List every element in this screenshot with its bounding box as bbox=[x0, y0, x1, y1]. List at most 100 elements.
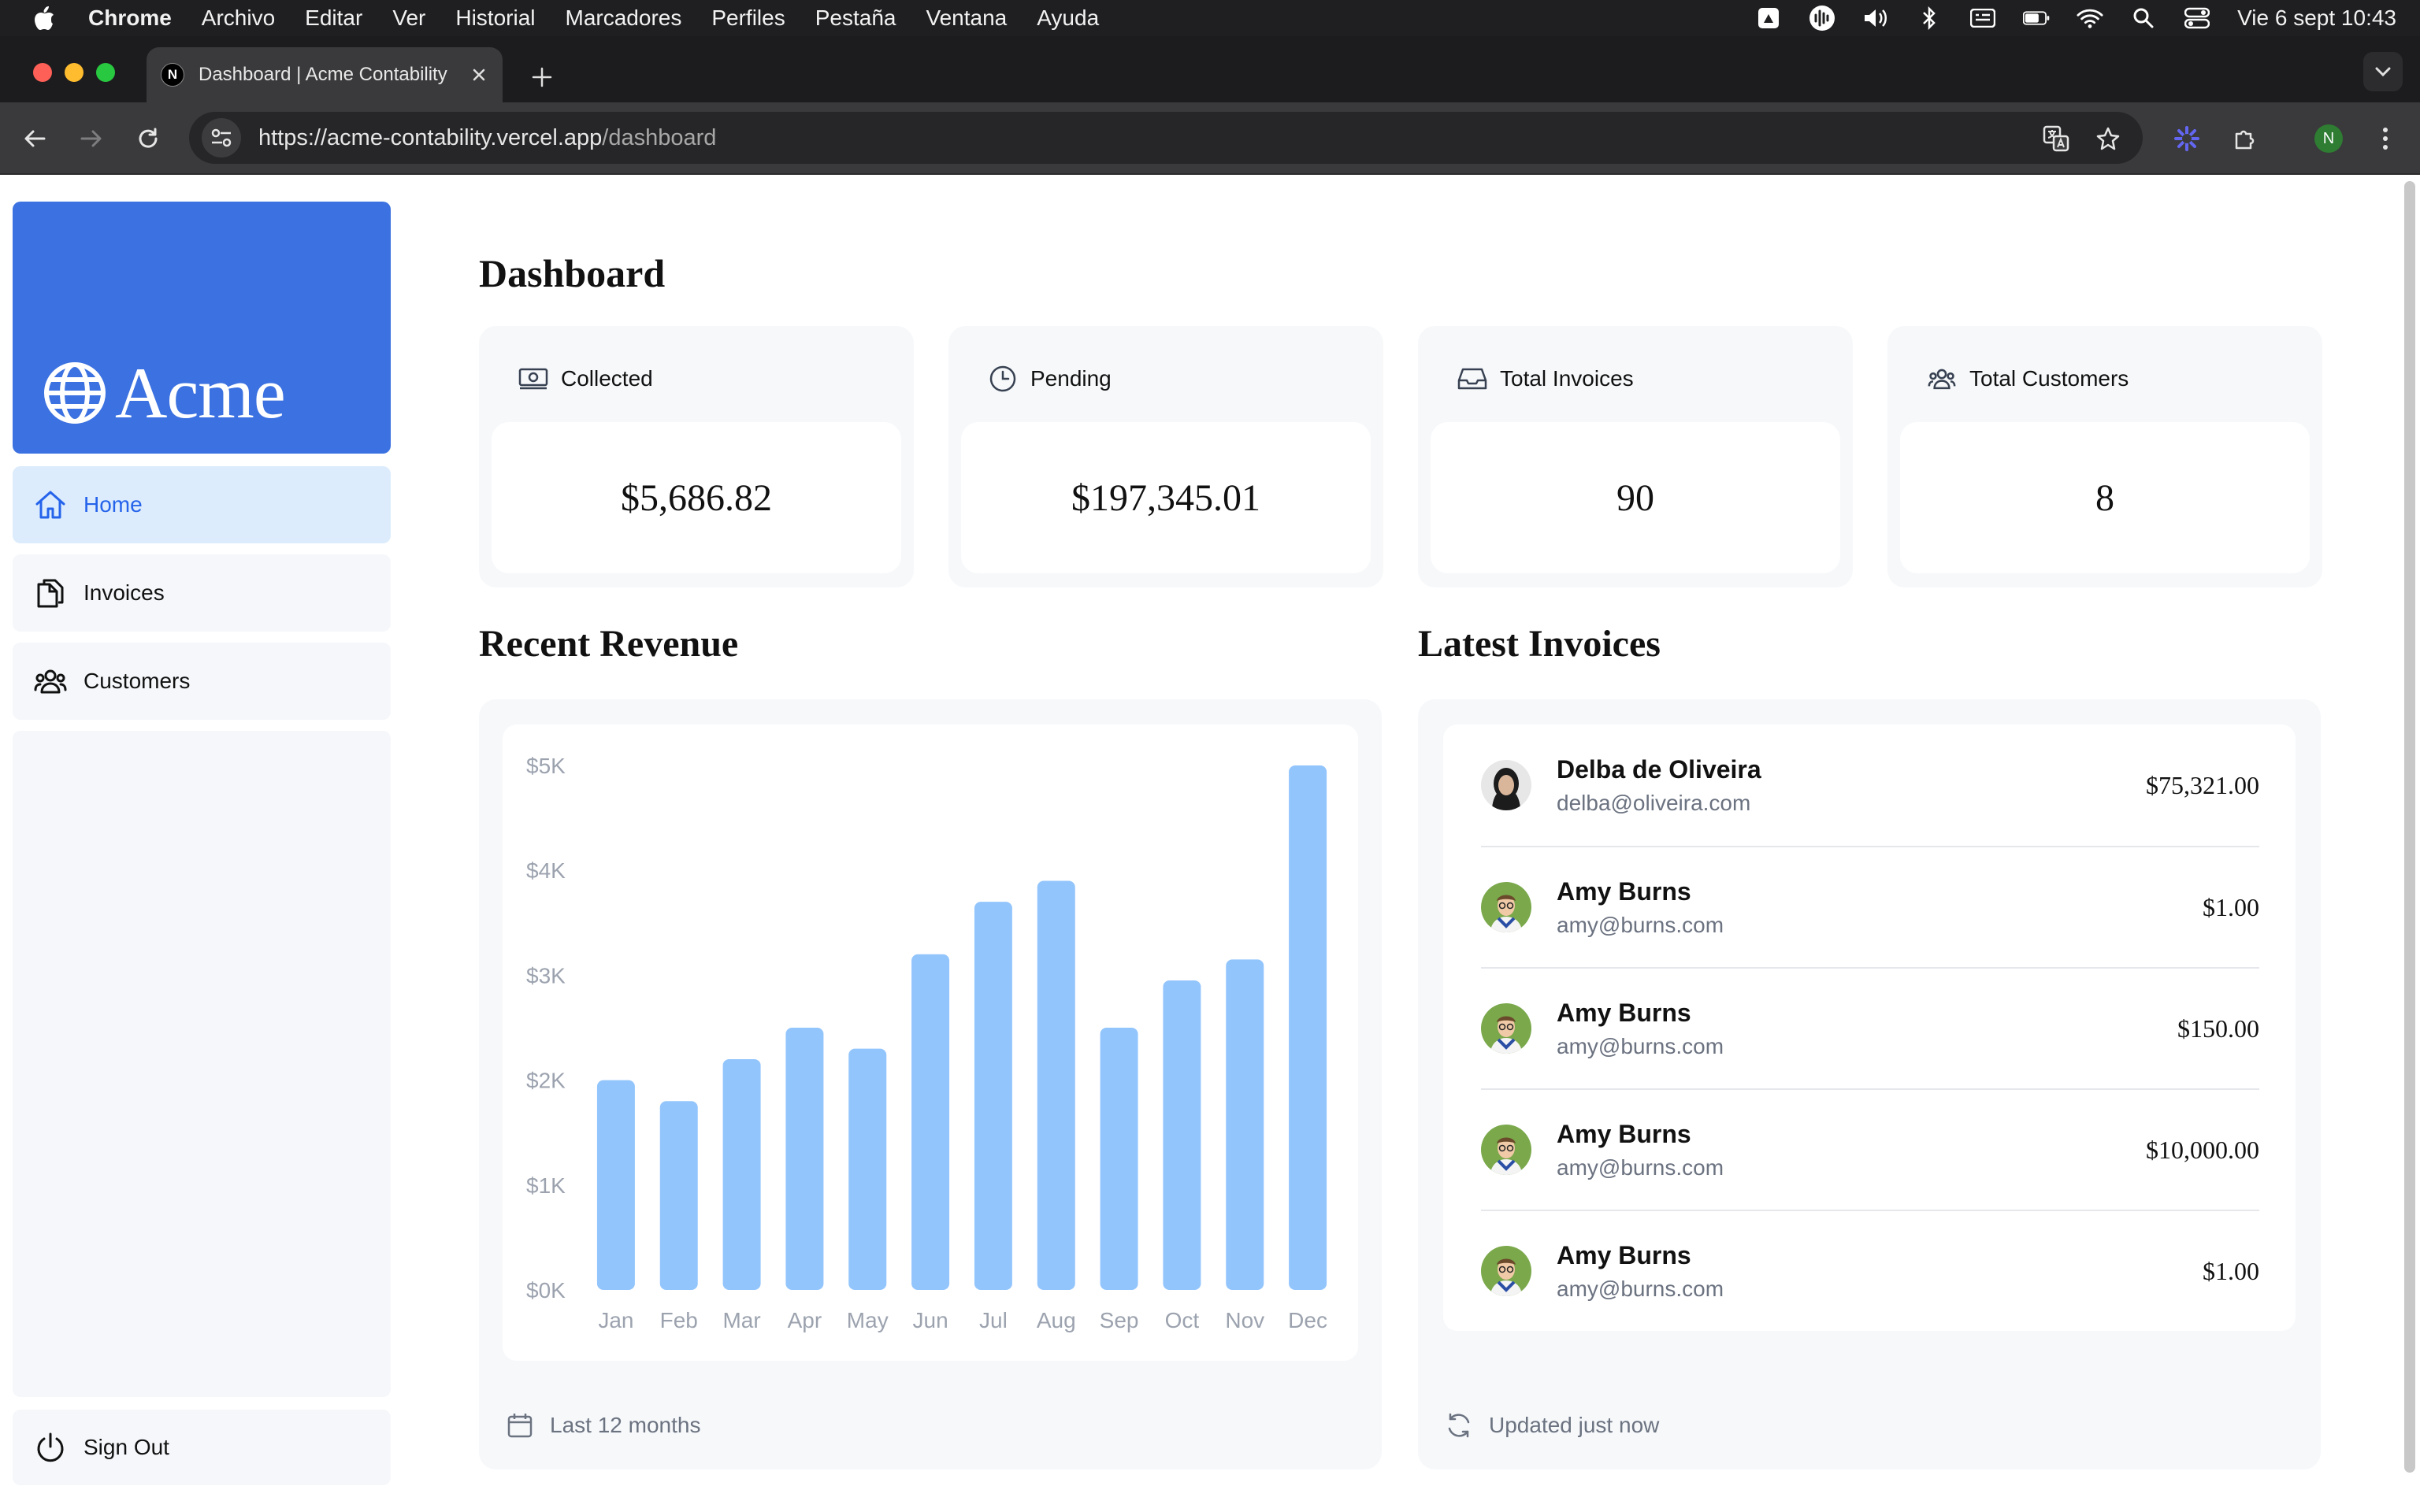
menu-marcadores[interactable]: Marcadores bbox=[566, 6, 682, 31]
x-tick-label: Apr bbox=[788, 1308, 822, 1332]
menu-pestana[interactable]: Pestaña bbox=[815, 6, 896, 31]
y-tick-label: $4K bbox=[526, 858, 566, 883]
stat-card-value: $5,686.82 bbox=[492, 422, 901, 573]
new-tab-plus-icon[interactable] bbox=[526, 61, 558, 93]
menu-ventana[interactable]: Ventana bbox=[926, 6, 1007, 31]
sidebar-spacer bbox=[13, 731, 391, 1397]
calendar-icon bbox=[504, 1410, 536, 1441]
invoice-amount: $150.00 bbox=[2177, 1014, 2259, 1043]
window-zoom-button[interactable] bbox=[96, 63, 115, 82]
apple-logo-icon[interactable] bbox=[33, 5, 57, 32]
keyboard-input-icon[interactable] bbox=[1969, 6, 1996, 30]
invoice-row[interactable]: Amy Burns amy@burns.com $1.00 bbox=[1481, 846, 2259, 967]
sidebar-item-invoices[interactable]: Invoices bbox=[13, 554, 391, 632]
customer-name: Amy Burns bbox=[1557, 998, 1691, 1027]
control-center-icon[interactable] bbox=[2184, 6, 2210, 30]
y-tick-label: $5K bbox=[526, 754, 566, 778]
reload-icon[interactable] bbox=[132, 123, 164, 154]
invoice-amount: $75,321.00 bbox=[2146, 770, 2259, 799]
menu-app-name[interactable]: Chrome bbox=[88, 6, 172, 31]
more-vertical-icon[interactable] bbox=[2370, 123, 2401, 154]
tab-close-icon[interactable] bbox=[470, 65, 488, 84]
customer-avatar bbox=[1481, 1003, 1531, 1054]
bluetooth-icon[interactable] bbox=[1916, 6, 1943, 30]
window-close-button[interactable] bbox=[33, 63, 52, 82]
customer-name: Amy Burns bbox=[1557, 1240, 1691, 1269]
x-tick-label: Jul bbox=[979, 1308, 1008, 1332]
customer-avatar bbox=[1481, 1246, 1531, 1296]
clock-icon bbox=[988, 364, 1018, 394]
url-host: https://acme-contability.vercel.app bbox=[258, 124, 603, 150]
menu-archivo[interactable]: Archivo bbox=[202, 6, 275, 31]
tab-title: Dashboard | Acme Contability bbox=[199, 64, 447, 85]
extensions-puzzle-icon[interactable] bbox=[2229, 123, 2261, 154]
customer-avatar bbox=[1481, 1125, 1531, 1175]
audio-waveform-icon[interactable] bbox=[1809, 6, 1835, 31]
customer-email: delba@oliveira.com bbox=[1557, 790, 1751, 815]
sidebar-item-label: Invoices bbox=[84, 580, 165, 605]
x-tick-label: Aug bbox=[1037, 1308, 1076, 1332]
stat-card-label: Collected bbox=[561, 366, 653, 391]
stat-card-pending: Pending $197,345.01 bbox=[948, 326, 1383, 587]
browser-tab-active[interactable]: N Dashboard | Acme Contability bbox=[147, 47, 503, 102]
back-arrow-icon[interactable] bbox=[19, 123, 50, 154]
y-tick-label: $1K bbox=[526, 1173, 566, 1198]
menu-historial[interactable]: Historial bbox=[455, 6, 535, 31]
x-tick-label: Mar bbox=[722, 1308, 760, 1332]
revenue-bar-jan bbox=[596, 1080, 635, 1290]
battery-icon[interactable] bbox=[2023, 6, 2050, 30]
power-icon bbox=[33, 1430, 68, 1465]
sign-out-button[interactable]: Sign Out bbox=[13, 1410, 391, 1485]
refresh-icon bbox=[1443, 1410, 1475, 1441]
revenue-bar-nov bbox=[1226, 959, 1264, 1290]
wifi-icon[interactable] bbox=[2077, 6, 2103, 30]
menu-perfiles[interactable]: Perfiles bbox=[711, 6, 785, 31]
sidebar-item-customers[interactable]: Customers bbox=[13, 643, 391, 720]
x-tick-label: Dec bbox=[1288, 1308, 1327, 1332]
customer-avatar bbox=[1481, 882, 1531, 932]
macos-menubar: Chrome Archivo Editar Ver Historial Marc… bbox=[0, 0, 2420, 36]
invoice-row[interactable]: Amy Burns amy@burns.com $10,000.00 bbox=[1481, 1088, 2259, 1210]
acme-logo: Acme bbox=[43, 351, 286, 435]
extension-sparkle-icon[interactable] bbox=[2171, 123, 2203, 154]
stat-card-value: 90 bbox=[1431, 422, 1840, 573]
window-minimize-button[interactable] bbox=[65, 63, 84, 82]
latest-invoices-title: Latest Invoices bbox=[1418, 623, 1661, 665]
acme-logo-banner[interactable]: Acme bbox=[13, 202, 391, 454]
profile-avatar[interactable]: N bbox=[2314, 124, 2343, 153]
customer-name: Delba de Oliveira bbox=[1557, 754, 1761, 784]
x-tick-label: Feb bbox=[660, 1308, 698, 1332]
stat-card-total-invoices: Total Invoices 90 bbox=[1418, 326, 1853, 587]
address-bar[interactable]: https://acme-contability.vercel.app/dash… bbox=[189, 112, 2143, 164]
spotlight-search-icon[interactable] bbox=[2130, 6, 2157, 30]
menu-ver[interactable]: Ver bbox=[392, 6, 425, 31]
invoice-list: Delba de Oliveira delba@oliveira.com $75… bbox=[1443, 724, 2296, 1331]
invoice-row[interactable]: Amy Burns amy@burns.com $150.00 bbox=[1481, 967, 2259, 1088]
page-title: Dashboard bbox=[479, 251, 666, 295]
site-settings-icon[interactable] bbox=[202, 118, 241, 158]
tab-search-chevron-icon[interactable] bbox=[2363, 52, 2403, 91]
latest-invoices-panel: Delba de Oliveira delba@oliveira.com $75… bbox=[1418, 699, 2321, 1469]
forward-arrow-icon[interactable] bbox=[76, 123, 107, 154]
invoice-amount: $1.00 bbox=[2203, 892, 2259, 921]
invoice-row[interactable]: Delba de Oliveira delba@oliveira.com $75… bbox=[1481, 724, 2259, 846]
x-tick-label: Jan bbox=[598, 1308, 633, 1332]
invoice-row[interactable]: Amy Burns amy@burns.com $1.00 bbox=[1481, 1210, 2259, 1331]
inbox-icon bbox=[1457, 364, 1487, 394]
translate-icon[interactable] bbox=[2040, 123, 2072, 154]
customer-avatar bbox=[1481, 760, 1531, 810]
revenue-chart-card: $0K $1K $2K $3K $4K $5K Jan Feb Mar Apr May Jun Jul A… bbox=[503, 724, 1358, 1361]
volume-icon[interactable] bbox=[1862, 6, 1889, 30]
menubar-clock[interactable]: Vie 6 sept 10:43 bbox=[2237, 6, 2396, 31]
customer-email: amy@burns.com bbox=[1557, 1154, 1724, 1180]
x-tick-label: Nov bbox=[1225, 1308, 1264, 1332]
page-scrollbar[interactable] bbox=[2404, 181, 2415, 1473]
menu-editar[interactable]: Editar bbox=[305, 6, 362, 31]
tab-favicon: N bbox=[161, 63, 184, 87]
bookmark-star-icon[interactable] bbox=[2092, 123, 2124, 154]
drive-icon[interactable] bbox=[1755, 6, 1782, 30]
menu-ayuda[interactable]: Ayuda bbox=[1037, 6, 1099, 31]
latest-footer-text: Updated just now bbox=[1489, 1413, 1660, 1437]
sidebar-item-home[interactable]: Home bbox=[13, 466, 391, 543]
sidebar-item-label: Home bbox=[84, 492, 143, 517]
